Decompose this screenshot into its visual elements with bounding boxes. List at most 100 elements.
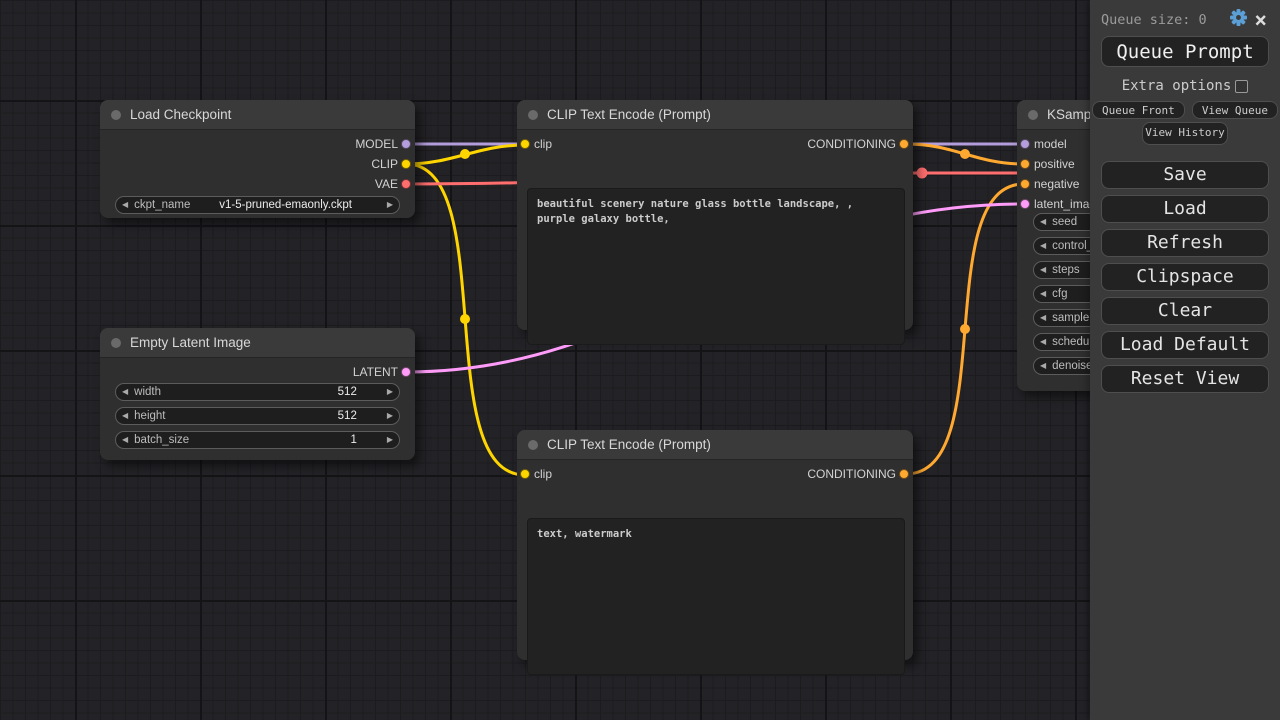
widget-label: seed xyxy=(1052,214,1077,230)
clear-button[interactable]: Clear xyxy=(1101,297,1269,325)
output-row-latent: LATENT xyxy=(100,362,415,382)
decrement-arrow-icon[interactable]: ◀ xyxy=(116,384,134,400)
link-midpoint-dot xyxy=(960,149,970,159)
decrement-arrow-icon[interactable]: ◀ xyxy=(1034,334,1052,350)
prompt-textarea[interactable]: text, watermark xyxy=(527,518,905,675)
decrement-arrow-icon[interactable]: ◀ xyxy=(116,408,134,424)
widget-label: cfg xyxy=(1052,286,1067,302)
output-label: CLIP xyxy=(371,154,398,174)
link-midpoint-dot xyxy=(917,168,928,179)
increment-arrow-icon[interactable]: ▶ xyxy=(381,432,399,448)
extra-options-checkbox[interactable] xyxy=(1235,80,1248,93)
link-midpoint-dot xyxy=(960,324,970,334)
comfyui-app: { "icons": { "left_arrow": "◀", "right_a… xyxy=(0,0,1280,720)
input-port-model[interactable] xyxy=(1020,139,1030,149)
view-history-button[interactable]: View History xyxy=(1142,122,1228,145)
widget-label: height xyxy=(134,408,165,424)
input-label: clip xyxy=(534,464,552,484)
collapse-dot-icon[interactable] xyxy=(528,440,538,450)
node-empty-latent-image[interactable]: Empty Latent Image LATENT ◀ width 512 ▶ … xyxy=(100,328,415,460)
widget-label: width xyxy=(134,384,161,400)
input-label: model xyxy=(1034,134,1067,154)
widget-value: 1 xyxy=(189,432,381,448)
prompt-textarea[interactable]: beautiful scenery nature glass bottle la… xyxy=(527,188,905,345)
io-row-clip-conditioning: clip CONDITIONING xyxy=(517,464,913,484)
output-port-latent[interactable] xyxy=(401,367,411,377)
input-port-positive[interactable] xyxy=(1020,159,1030,169)
load-button[interactable]: Load xyxy=(1101,195,1269,223)
output-row-model: MODEL xyxy=(100,134,415,154)
input-port-clip[interactable] xyxy=(520,139,530,149)
extra-options-label: Extra options xyxy=(1122,78,1232,94)
collapse-dot-icon[interactable] xyxy=(111,110,121,120)
decrement-arrow-icon[interactable]: ◀ xyxy=(1034,310,1052,326)
collapse-dot-icon[interactable] xyxy=(1028,110,1038,120)
output-port-conditioning[interactable] xyxy=(899,139,909,149)
widget-label: batch_size xyxy=(134,432,189,448)
queue-front-button[interactable]: Queue Front xyxy=(1092,101,1185,119)
output-port-conditioning[interactable] xyxy=(899,469,909,479)
widget-value: 512 xyxy=(161,384,381,400)
input-port-latent-image[interactable] xyxy=(1020,199,1030,209)
settings-gear-icon[interactable] xyxy=(1230,9,1247,30)
extra-options-row: Extra options xyxy=(1090,78,1280,94)
widget-batch-size[interactable]: ◀ batch_size 1 ▶ xyxy=(115,431,400,449)
node-titlebar[interactable]: Load Checkpoint xyxy=(100,100,415,130)
increment-arrow-icon[interactable]: ▶ xyxy=(381,408,399,424)
collapse-dot-icon[interactable] xyxy=(111,338,121,348)
view-queue-button[interactable]: View Queue xyxy=(1192,101,1278,119)
queue-size-label: Queue size: 0 xyxy=(1101,12,1226,28)
input-port-clip[interactable] xyxy=(520,469,530,479)
input-label: negative xyxy=(1034,174,1079,194)
node-titlebar[interactable]: Empty Latent Image xyxy=(100,328,415,358)
decrement-arrow-icon[interactable]: ◀ xyxy=(116,432,134,448)
close-icon[interactable]: × xyxy=(1251,12,1270,28)
node-titlebar[interactable]: CLIP Text Encode (Prompt) xyxy=(517,430,913,460)
load-default-button[interactable]: Load Default xyxy=(1101,331,1269,359)
widget-value: 512 xyxy=(166,408,381,424)
output-port-model[interactable] xyxy=(401,139,411,149)
output-port-vae[interactable] xyxy=(401,179,411,189)
reset-view-button[interactable]: Reset View xyxy=(1101,365,1269,393)
refresh-button[interactable]: Refresh xyxy=(1101,229,1269,257)
input-label: clip xyxy=(534,134,552,154)
decrement-arrow-icon[interactable]: ◀ xyxy=(1034,358,1052,374)
node-title: Empty Latent Image xyxy=(130,335,251,350)
menu-header: Queue size: 0 × xyxy=(1090,0,1280,32)
node-title: Load Checkpoint xyxy=(130,107,231,122)
output-label: CONDITIONING xyxy=(807,464,896,484)
output-label: LATENT xyxy=(353,362,398,382)
node-titlebar[interactable]: CLIP Text Encode (Prompt) xyxy=(517,100,913,130)
queue-prompt-button[interactable]: Queue Prompt xyxy=(1101,36,1269,67)
output-row-clip: CLIP xyxy=(100,154,415,174)
decrement-arrow-icon[interactable]: ◀ xyxy=(1034,262,1052,278)
widget-value: v1-5-pruned-emaonly.ckpt xyxy=(190,197,380,213)
node-clip-text-encode-positive[interactable]: CLIP Text Encode (Prompt) clip CONDITION… xyxy=(517,100,913,330)
node-title: CLIP Text Encode (Prompt) xyxy=(547,107,711,122)
collapse-dot-icon[interactable] xyxy=(528,110,538,120)
link-midpoint-dot xyxy=(460,314,470,324)
input-label: positive xyxy=(1034,154,1075,174)
widget-ckpt-name[interactable]: ◀ ckpt_name v1-5-pruned-emaonly.ckpt ▶ xyxy=(115,196,400,214)
output-label: CONDITIONING xyxy=(807,134,896,154)
input-port-negative[interactable] xyxy=(1020,179,1030,189)
increment-arrow-icon[interactable]: ▶ xyxy=(381,197,399,213)
output-row-vae: VAE xyxy=(100,174,415,194)
save-button[interactable]: Save xyxy=(1101,161,1269,189)
widget-width[interactable]: ◀ width 512 ▶ xyxy=(115,383,400,401)
output-port-clip[interactable] xyxy=(401,159,411,169)
decrement-arrow-icon[interactable]: ◀ xyxy=(116,197,134,213)
decrement-arrow-icon[interactable]: ◀ xyxy=(1034,214,1052,230)
widget-label: ckpt_name xyxy=(134,197,190,213)
decrement-arrow-icon[interactable]: ◀ xyxy=(1034,238,1052,254)
io-row-clip-conditioning: clip CONDITIONING xyxy=(517,134,913,154)
node-load-checkpoint[interactable]: Load Checkpoint MODEL CLIP VAE ◀ ckpt_na… xyxy=(100,100,415,218)
widget-height[interactable]: ◀ height 512 ▶ xyxy=(115,407,400,425)
comfyui-menu-panel: Queue size: 0 × Queue Prompt Extra optio… xyxy=(1090,0,1280,720)
clipspace-button[interactable]: Clipspace xyxy=(1101,263,1269,291)
node-clip-text-encode-negative[interactable]: CLIP Text Encode (Prompt) clip CONDITION… xyxy=(517,430,913,660)
output-label: VAE xyxy=(375,174,398,194)
decrement-arrow-icon[interactable]: ◀ xyxy=(1034,286,1052,302)
increment-arrow-icon[interactable]: ▶ xyxy=(381,384,399,400)
node-title: CLIP Text Encode (Prompt) xyxy=(547,437,711,452)
